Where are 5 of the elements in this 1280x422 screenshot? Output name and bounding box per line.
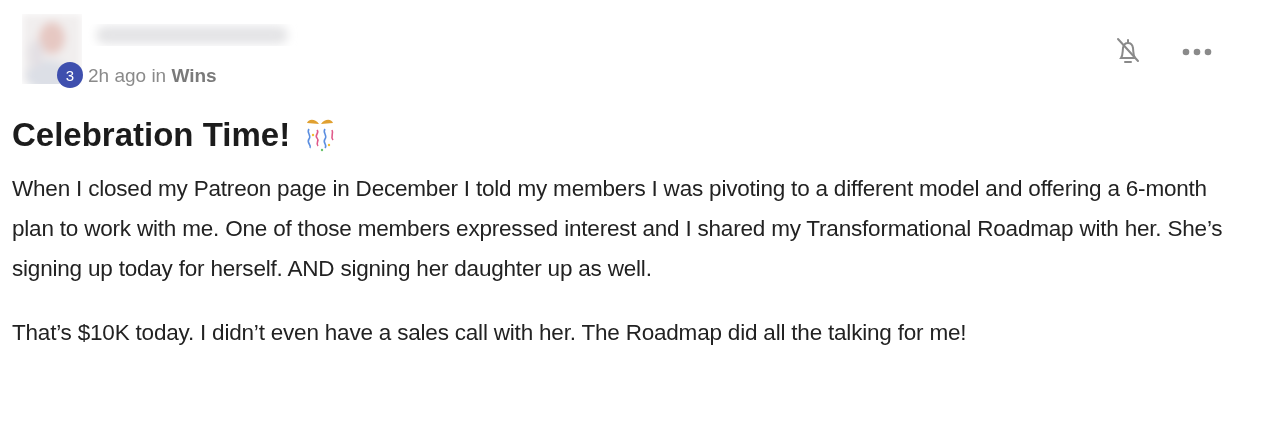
post-title: Celebration Time! <box>12 116 291 154</box>
post-paragraph: That’s $10K today. I didn’t even have a sales call with her. The Roadmap did all the talking for me! <box>12 319 968 347</box>
more-options-icon[interactable] <box>1182 48 1212 56</box>
post-paragraph: When I closed my Patreon page in December I told my members I was pivoting to a different model and offering a 6-month plan to work with me. One of those members expressed interest and I shared my Transformational Roadmap with her. She’s signing up today for herself. AND signing her daughter up as well. <box>12 175 1224 283</box>
post-meta: 2h ago in Wins <box>88 65 218 87</box>
